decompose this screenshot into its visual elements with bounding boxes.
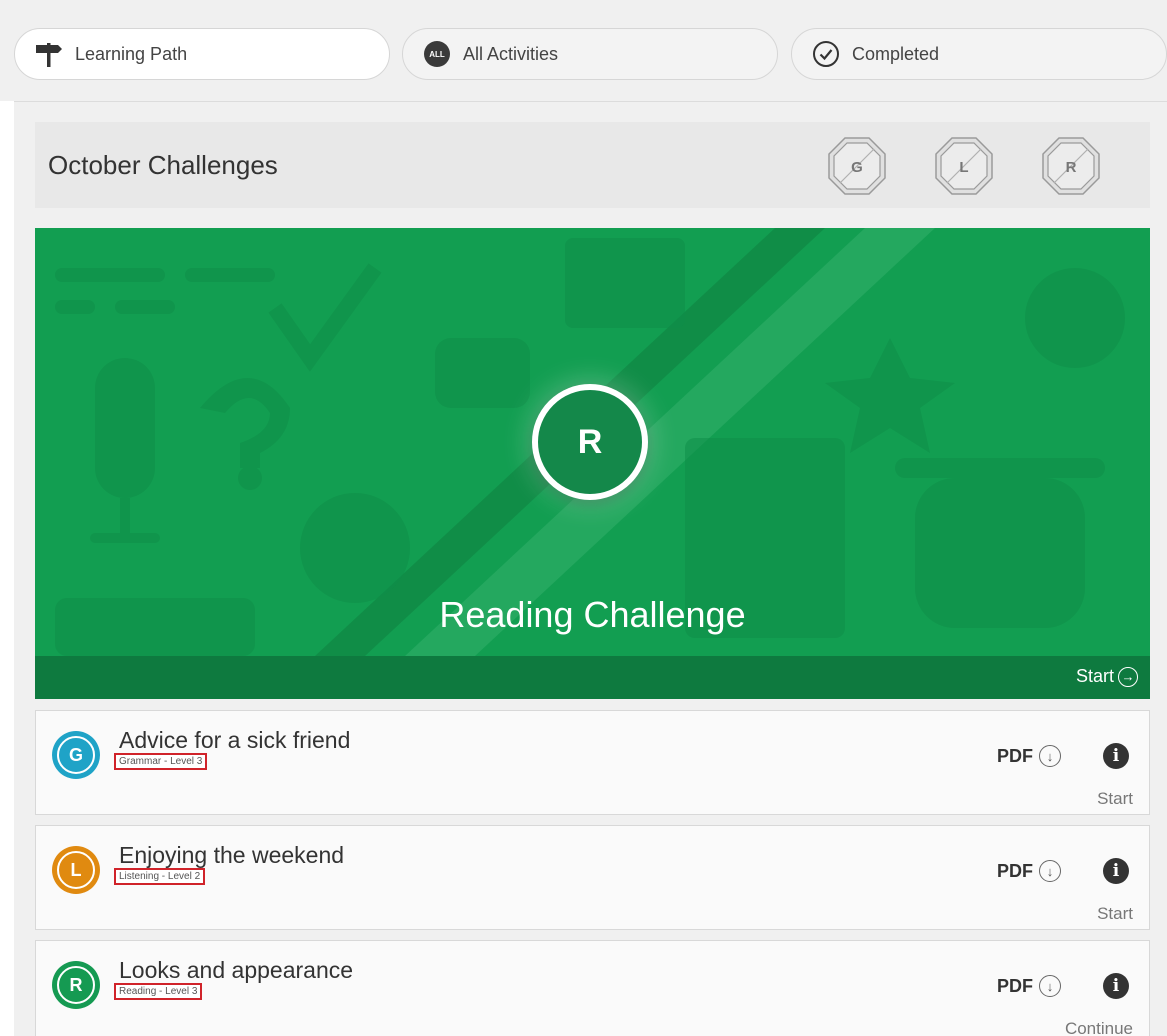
tab-all-activities[interactable]: ALL All Activities: [402, 28, 778, 80]
hero-title: Reading Challenge: [439, 594, 746, 635]
activity-letter: R: [57, 966, 95, 1004]
tab-learning-path[interactable]: Learning Path: [14, 28, 390, 80]
activity-title[interactable]: Advice for a sick friend: [119, 727, 350, 754]
download-icon: ↓: [1039, 860, 1061, 882]
info-icon[interactable]: i: [1103, 743, 1129, 769]
activity-card[interactable]: R Looks and appearance Reading - Level 3…: [35, 940, 1150, 1036]
tab-label: All Activities: [463, 43, 559, 64]
activity-start-button[interactable]: Start: [1097, 789, 1133, 809]
activity-letter: G: [57, 736, 95, 774]
signpost-icon: [33, 38, 65, 70]
challenges-title: October Challenges: [48, 150, 278, 180]
info-icon[interactable]: i: [1103, 973, 1129, 999]
download-icon: ↓: [1039, 745, 1061, 767]
challenges-header: October Challenges G L R: [35, 122, 1150, 208]
listening-icon: L: [52, 846, 100, 894]
activity-letter: L: [57, 851, 95, 889]
svg-text:R: R: [1066, 159, 1077, 176]
pdf-download-button[interactable]: PDF ↓: [997, 860, 1061, 882]
grammar-icon: G: [52, 731, 100, 779]
reading-challenge-banner[interactable]: R Reading Challenge Start →: [35, 228, 1150, 699]
tab-label: Completed: [852, 43, 940, 64]
activity-start-button[interactable]: Start: [1097, 904, 1133, 924]
pdf-download-button[interactable]: PDF ↓: [997, 745, 1061, 767]
pdf-download-button[interactable]: PDF ↓: [997, 975, 1061, 997]
pdf-label: PDF: [997, 975, 1033, 996]
activity-continue-button[interactable]: Continue: [1065, 1019, 1133, 1036]
activity-card[interactable]: L Enjoying the weekend Listening - Level…: [35, 825, 1150, 930]
arrow-right-circle-icon: →: [1118, 666, 1138, 687]
reading-challenge-icon: R: [532, 384, 648, 500]
activity-card[interactable]: G Advice for a sick friend Grammar - Lev…: [35, 710, 1150, 815]
activity-level: Reading - Level 3: [114, 983, 203, 1000]
reading-icon: R: [52, 961, 100, 1009]
activity-level: Listening - Level 2: [114, 868, 206, 885]
tab-completed[interactable]: Completed: [791, 28, 1167, 80]
grammar-challenge-badge[interactable]: G: [827, 136, 887, 196]
activity-level: Grammar - Level 3: [114, 753, 208, 770]
pdf-label: PDF: [997, 860, 1033, 881]
info-icon[interactable]: i: [1103, 858, 1129, 884]
activity-title[interactable]: Enjoying the weekend: [119, 842, 344, 869]
hero-start-button[interactable]: Start →: [1076, 666, 1138, 687]
hero-footer: Start →: [35, 656, 1150, 699]
check-circle-icon: [810, 38, 842, 70]
all-badge-icon: ALL: [421, 38, 453, 70]
reading-challenge-badge[interactable]: R: [1041, 136, 1101, 196]
all-badge: ALL: [424, 41, 450, 67]
pdf-label: PDF: [997, 745, 1033, 766]
listening-challenge-badge[interactable]: L: [934, 136, 994, 196]
svg-text:L: L: [959, 159, 968, 176]
download-icon: ↓: [1039, 975, 1061, 997]
hero-start-label: Start: [1075, 666, 1114, 686]
svg-text:G: G: [851, 159, 863, 176]
hero-letter: R: [577, 422, 603, 461]
tab-label: Learning Path: [75, 43, 188, 64]
tab-bar: Learning Path ALL All Activities Complet…: [0, 0, 1167, 101]
activity-title[interactable]: Looks and appearance: [119, 957, 353, 984]
